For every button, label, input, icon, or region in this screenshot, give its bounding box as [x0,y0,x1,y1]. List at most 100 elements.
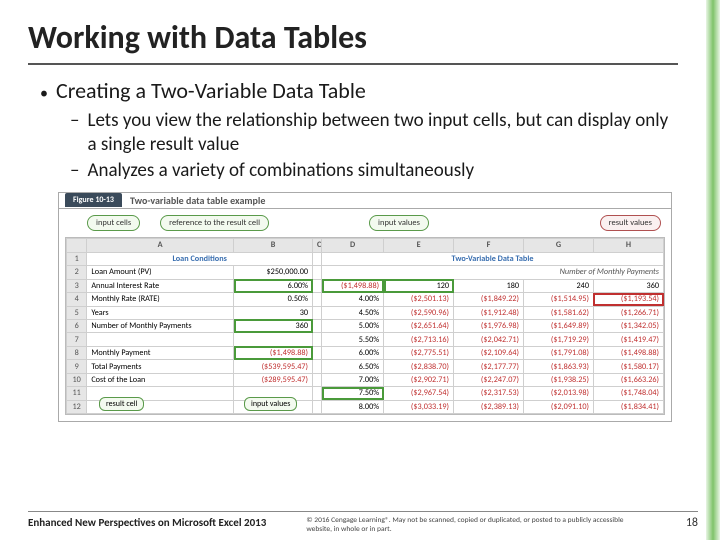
result-cell: ($1,849.22) [454,293,524,306]
value-cell: $250,000.00 [234,266,313,279]
table-row: 1 Loan Conditions Two-Variable Data Tabl… [67,252,664,265]
col-c: C [313,239,322,252]
result-cell: ($2,501.13) [384,293,454,306]
dash-icon: – [70,159,79,183]
result-cell: ($2,389.13) [454,400,524,414]
rate-value: 8.00% [322,400,384,414]
result-cell: ($1,581.62) [524,306,594,319]
result-cell: ($1,649.89) [524,319,594,332]
result-cell: ($1,976.98) [454,319,524,332]
spreadsheet-table: A B C D E F G H 1 Loan Conditions Two-Va… [66,238,664,414]
table-row: 12 8.00% ($3,033.19) ($2,389.13) ($2,091… [67,400,664,414]
accent-stripe [706,0,720,540]
rate-value: 4.50% [322,306,384,319]
result-cell: ($1,342.05) [593,319,663,332]
bullet-sub-1-text: Lets you view the relationship between t… [87,109,678,157]
callout-reference: reference to the result cell [160,215,269,231]
result-cell: ($2,042.71) [454,333,524,346]
col-b: B [234,239,313,252]
input-value: 120 [384,279,454,292]
table-row: 7 5.50% ($2,713.16) ($2,042.71) ($1,719.… [67,333,664,346]
corner-cell [67,239,87,252]
result-cell: ($2,967.54) [384,387,454,400]
result-cell: ($2,013.98) [524,387,594,400]
input-value: 180 [454,279,524,292]
table-row: 11 7.50% ($2,967.54) ($2,317.53) ($2,013… [67,387,664,400]
label-cell: Years [87,306,234,319]
page-number: 18 [686,516,698,530]
nmp-label: Number of Monthly Payments [322,266,664,279]
result-cell: ($1,863.93) [524,360,594,373]
table-row: 10 Cost of the Loan ($289,595.47) 7.00% … [67,373,664,386]
row-num: 8 [67,346,87,359]
spreadsheet: A B C D E F G H 1 Loan Conditions Two-Va… [65,237,665,415]
row-num: 5 [67,306,87,319]
row-num: 7 [67,333,87,346]
result-cell: ($1,498.88) [593,346,663,359]
result-cell: ($1,938.25) [524,373,594,386]
result-ref-cell: ($1,498.88) [322,279,384,292]
result-cell: ($1,748.04) [593,387,663,400]
bullet-sub-1: – Lets you view the relationship between… [70,109,678,157]
col-f: F [454,239,524,252]
result-cell: ($1,419.47) [593,333,663,346]
value-cell: ($539,595.47) [234,360,313,373]
result-cell: ($1,834.41) [593,400,663,414]
input-cell-rate: 6.00% [234,279,313,292]
result-cell: ($2,109.64) [454,346,524,359]
section-left-title: Loan Conditions [87,252,313,265]
callout-result-values: result values [600,215,661,231]
bullet-main: • Creating a Two-Variable Data Table [40,77,678,105]
result-cell: ($1,791.08) [524,346,594,359]
label-cell: Annual Interest Rate [87,279,234,292]
table-row: 2 Loan Amount (PV) $250,000.00 Number of… [67,266,664,279]
result-cell: ($1,580.17) [593,360,663,373]
col-g: G [524,239,594,252]
row-num: 12 [67,400,87,414]
callout-row: input cells reference to the result cell… [59,209,671,233]
bullets: • Creating a Two-Variable Data Table – L… [40,77,678,182]
value-cell: 30 [234,306,313,319]
callout-result-cell: result cell [99,397,144,411]
dash-icon: – [70,109,79,157]
value-cell: 0.50% [234,293,313,306]
row-num: 4 [67,293,87,306]
label-cell: Number of Monthly Payments [87,319,234,332]
rate-value: 5.50% [322,333,384,346]
result-cell: ($2,317.53) [454,387,524,400]
result-cell: ($2,091.10) [524,400,594,414]
callout-input-values-2: input values [244,397,297,411]
result-cell: ($2,775.51) [384,346,454,359]
label-cell: Loan Amount (PV) [87,266,234,279]
col-d: D [322,239,384,252]
col-h: H [593,239,663,252]
footer-book-title: Enhanced New Perspectives on Microsoft E… [28,516,266,529]
result-cell: ($1,719.29) [524,333,594,346]
row-num: 11 [67,387,87,400]
row-num: 2 [67,266,87,279]
callout-input-values: input values [369,215,429,231]
row-num: 3 [67,279,87,292]
col-a: A [87,239,234,252]
rate-value: 6.50% [322,360,384,373]
result-cell: ($1,266.71) [593,306,663,319]
figure-number: Figure 10-13 [65,193,122,207]
result-cell: ($2,590.96) [384,306,454,319]
result-cell: ($2,651.64) [384,319,454,332]
result-cell: ($1,514.95) [524,293,594,306]
col-e: E [384,239,454,252]
rate-value: 5.00% [322,319,384,332]
bullet-sub-2-text: Analyzes a variety of combinations simul… [87,159,474,183]
bullet-sub-2: – Analyzes a variety of combinations sim… [70,159,678,183]
result-cell-mp: ($1,498.88) [234,346,313,359]
label-cell: Total Payments [87,360,234,373]
input-value: 360 [593,279,663,292]
result-cell: ($2,177.77) [454,360,524,373]
result-cell: ($2,838.70) [384,360,454,373]
rate-value: 7.00% [322,373,384,386]
bullet-dot-icon: • [40,83,48,105]
rate-value: 6.00% [322,346,384,359]
result-cell: ($3,033.19) [384,400,454,414]
label-cell: Cost of the Loan [87,373,234,386]
result-cell: ($1,912.48) [454,306,524,319]
